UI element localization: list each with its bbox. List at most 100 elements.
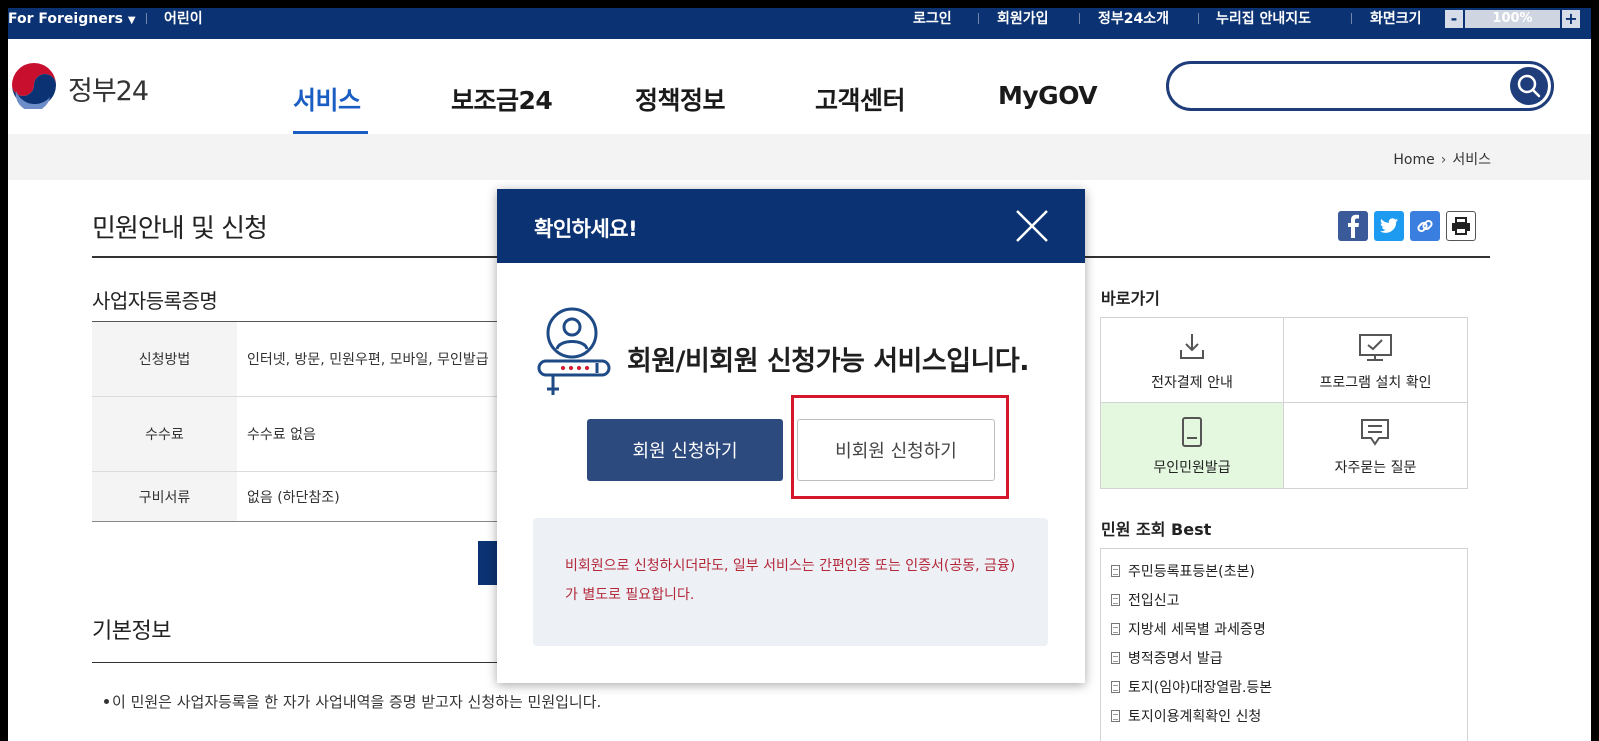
divider [1198,13,1199,24]
nav-policy-info[interactable]: 정책정보 [635,81,726,117]
logo-text[interactable]: 정부24 [68,69,149,108]
close-icon[interactable] [1013,207,1051,245]
document-icon [1111,710,1120,722]
row-value: 없음 (하단참조) [237,471,502,522]
quick-links-title: 바로가기 [1101,289,1160,308]
document-icon [1111,652,1120,664]
screen-size-label: 화면크기 [1370,11,1422,27]
for-foreigners-label: For Foreigners [8,11,123,27]
row-label: 신청방법 [92,321,237,397]
top-utility-bar: For Foreigners ▼ 어린이 로그인 회원가입 정부24소개 누리집… [8,8,1591,39]
list-item[interactable]: 지방세 세목별 과세증명 [1111,619,1266,639]
row-label: 수수료 [92,396,237,472]
list-item[interactable]: 병적증명서 발급 [1111,648,1223,668]
quick-link-label: 무인민원발급 [1153,460,1231,476]
search-box [1166,61,1554,111]
facebook-icon [1348,214,1359,238]
list-item-label: 병적증명서 발급 [1128,651,1223,667]
dialog-header: 확인하세요! [497,189,1085,263]
zoom-out-button[interactable]: - [1445,10,1463,28]
list-item[interactable]: 전입신고 [1111,590,1180,610]
search-input[interactable] [1187,72,1491,102]
breadcrumb-current[interactable]: 서비스 [1452,152,1491,168]
quick-links-grid: 전자결제 안내 프로그램 설치 확인 무인민원발급 자주묻는 질문 [1100,317,1468,489]
list-item-label: 토지이용계획확인 신청 [1128,709,1262,725]
page: For Foreigners ▼ 어린이 로그인 회원가입 정부24소개 누리집… [8,8,1591,741]
quick-link-faq[interactable]: 자주묻는 질문 [1284,403,1467,488]
quick-link-label: 전자결제 안내 [1151,375,1233,391]
quick-link-label: 프로그램 설치 확인 [1319,375,1432,391]
home-arrow-icon: › [1440,152,1447,168]
document-icon [1111,594,1120,606]
section-title: 사업자등록증명 [92,289,218,313]
download-icon [1180,334,1204,359]
best-services-title: 민원 조회 Best [1101,520,1212,539]
twitter-share-button[interactable] [1374,211,1404,241]
caret-down-icon: ▼ [127,15,136,26]
link-icon [1417,219,1433,233]
copy-link-button[interactable] [1410,211,1440,241]
list-item[interactable]: 주민등록표등본(초본) [1111,561,1255,581]
quick-link-label: 자주묻는 질문 [1334,460,1417,476]
best-services-list: 주민등록표등본(초본) 전입신고 지방세 세목별 과세증명 병적증명서 발급 토… [1100,548,1468,741]
signup-link[interactable]: 회원가입 [997,8,1049,30]
table-row: 신청방법 인터넷, 방문, 민원우편, 모바일, 무인발급 [92,321,502,397]
kiosk-icon [1182,417,1202,447]
list-item-label: 전입신고 [1128,593,1180,609]
table-row: 구비서류 없음 (하단참조) [92,471,502,522]
nav-mygov[interactable]: MyGOV [998,81,1098,110]
notice-text: 비회원으로 신청하시더라도, 일부 서비스는 간편인증 또는 인증서(공동, 금… [565,558,1016,603]
user-login-icon [537,307,611,395]
document-icon [1111,681,1120,693]
divider [1079,13,1080,24]
divider [146,13,147,24]
sitemap-link[interactable]: 누리집 안내지도 [1216,8,1311,30]
divider [978,13,979,24]
search-button[interactable] [1510,67,1548,105]
facebook-share-button[interactable] [1338,211,1368,241]
nav-subsidy24[interactable]: 보조금24 [451,81,553,117]
page-title: 민원안내 및 신청 [92,214,268,244]
twitter-icon [1380,218,1398,233]
row-label: 구비서류 [92,471,237,522]
search-icon [1517,74,1541,98]
login-link[interactable]: 로그인 [913,8,952,30]
dialog-message: 회원/비회원 신청가능 서비스입니다. [627,346,1030,377]
divider [1351,13,1352,24]
service-info-table: 신청방법 인터넷, 방문, 민원우편, 모바일, 무인발급 수수료 수수료 없음… [92,321,502,522]
list-item[interactable]: 토지이용계획확인 신청 [1111,706,1261,726]
quick-link-payment[interactable]: 전자결제 안내 [1101,318,1284,403]
list-item-label: 지방세 세목별 과세증명 [1128,622,1266,638]
breadcrumb-home[interactable]: Home [1393,152,1434,168]
government-logo-icon[interactable] [10,61,58,109]
kids-link[interactable]: 어린이 [164,8,203,30]
breadcrumb: Home › 서비스 [1393,149,1491,169]
list-item[interactable]: 토지(임야)대장열람.등본 [1111,677,1272,697]
nav-customer-center[interactable]: 고객센터 [815,81,906,117]
list-item-label: 주민등록표등본(초본) [1128,564,1255,580]
member-apply-button[interactable]: 회원 신청하기 [587,419,783,481]
section-divider [92,662,502,663]
document-icon [1111,565,1120,577]
row-value: 인터넷, 방문, 민원우편, 모바일, 무인발급 [237,321,502,397]
list-item-label: 토지(임야)대장열람.등본 [1128,680,1273,696]
print-button[interactable] [1446,211,1476,241]
zoom-in-button[interactable]: + [1562,10,1580,28]
monitor-check-icon [1359,334,1392,361]
table-row: 수수료 수수료 없음 [92,396,502,472]
chat-icon [1361,419,1389,446]
document-icon [1111,623,1120,635]
for-foreigners-link[interactable]: For Foreigners ▼ [8,8,136,32]
quick-link-kiosk[interactable]: 무인민원발급 [1101,403,1284,488]
main-header: 정부24 서비스 보조금24 정책정보 고객센터 MyGOV [8,39,1591,135]
guest-apply-button[interactable]: 비회원 신청하기 [797,419,995,481]
about-link[interactable]: 정부24소개 [1098,8,1169,30]
dialog-title: 확인하세요! [534,217,638,241]
nav-services[interactable]: 서비스 [293,81,361,117]
basic-info-bullet: 이 민원은 사업자등록을 한 자가 사업내역을 증명 받고자 신청하는 민원입니… [103,693,602,711]
quick-link-program-check[interactable]: 프로그램 설치 확인 [1284,318,1467,403]
breadcrumb-bar: Home › 서비스 [8,134,1591,180]
confirm-dialog: 확인하세요! 회원/비회원 신청가능 서비스입니다. 회원 신청하기 비회원 신… [497,189,1085,683]
basic-info-title: 기본정보 [92,619,171,644]
row-value: 수수료 없음 [237,396,502,472]
